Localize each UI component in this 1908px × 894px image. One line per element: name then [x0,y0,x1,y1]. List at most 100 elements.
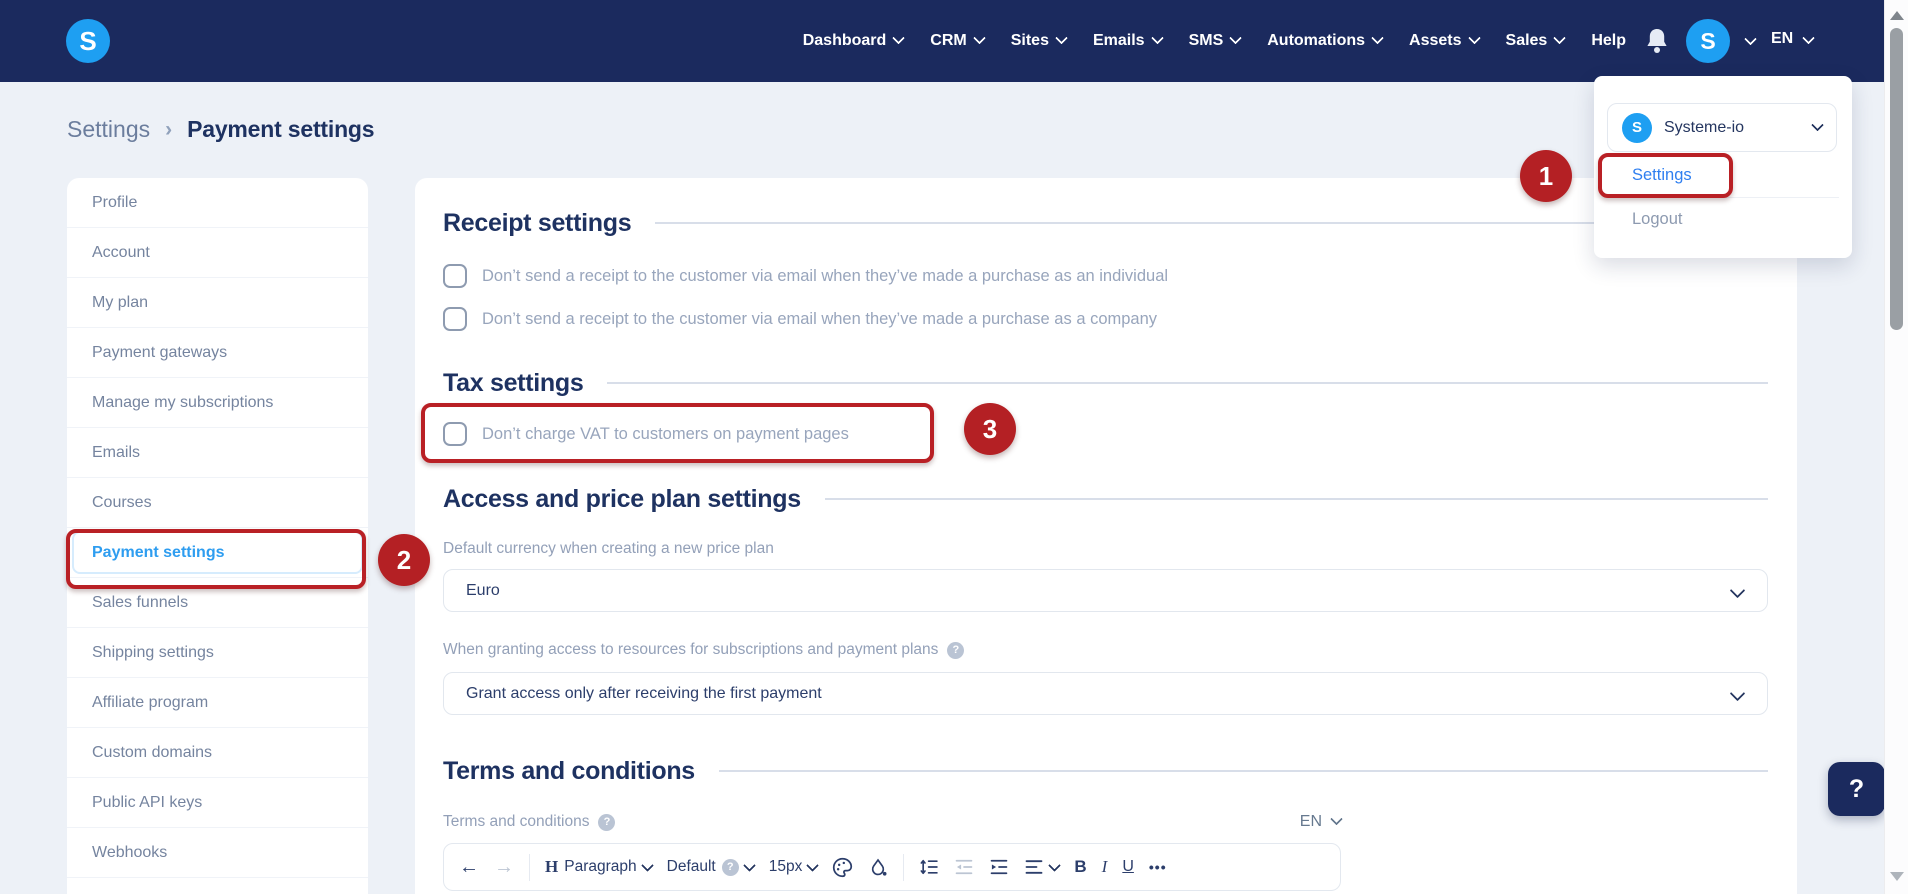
terms-field-row: Terms and conditions ? EN [443,811,1343,833]
breadcrumb: Settings › Payment settings [67,116,375,143]
chevron-down-icon [1553,31,1567,45]
checkbox[interactable] [443,264,467,288]
nav-menu-item[interactable]: Emails [1093,31,1164,50]
account-switcher[interactable]: S Systeme-io [1607,103,1837,152]
text-color-icon[interactable] [832,857,853,878]
outdent-icon[interactable] [954,857,974,877]
chevron-down-icon [1048,858,1062,872]
background-color-icon[interactable] [868,857,888,878]
more-options-icon[interactable]: ••• [1149,859,1167,875]
annotation-step-1: 1 [1520,150,1572,202]
notification-bell-icon[interactable] [1645,27,1669,60]
nav-menu-item[interactable]: SMS [1189,31,1243,50]
scroll-up-arrow-icon[interactable] [1890,11,1904,20]
checkbox[interactable] [443,307,467,331]
heading-rule [824,498,1768,500]
font-family-dropdown[interactable]: Default ? [667,858,756,876]
terms-language-selector[interactable]: EN [1300,812,1343,831]
account-dropdown-menu: S Systeme-io Settings Logout [1594,76,1852,258]
payment-settings-panel: Receipt settings Don’t send a receipt to… [415,178,1797,894]
vat-checkbox-row: Don’t charge VAT to customers on payment… [443,422,849,446]
indent-icon[interactable] [989,857,1009,877]
bold-button[interactable]: B [1074,857,1086,877]
user-avatar[interactable]: S [1686,19,1730,63]
nav-menu-item[interactable]: CRM [930,31,986,50]
sidebar-item[interactable]: Webhooks [67,828,368,878]
help-button[interactable]: ? [1828,762,1885,816]
sidebar-item[interactable]: Profile [67,178,368,228]
chevron-down-icon [1811,118,1824,131]
nav-menu-item[interactable]: Sites [1011,31,1068,50]
grant-access-select[interactable]: Grant access only after receiving the fi… [443,672,1768,715]
chevron-down-icon [1729,582,1746,599]
italic-button[interactable]: I [1102,857,1108,877]
nav-menu-item[interactable]: Dashboard [803,31,906,50]
sidebar-item[interactable]: Public API keys [67,778,368,828]
rich-text-toolbar: ← → H Paragraph Default ? 15px B I U ••• [443,843,1341,891]
grant-access-label: When granting access to resources for su… [443,640,965,660]
nav-menu-item[interactable]: Assets [1409,31,1481,50]
sidebar-item[interactable]: Courses [67,478,368,528]
sidebar-item[interactable]: Account [67,228,368,278]
underline-button[interactable]: U [1122,858,1134,876]
font-size-dropdown[interactable]: 15px [769,858,820,876]
top-navbar: S Dashboard CRM Sites Emails SMS Automat… [0,0,1908,82]
chevron-down-icon [972,31,986,45]
sidebar-item[interactable]: My plan [67,278,368,328]
sidebar-item[interactable]: Sales funnels [67,578,368,628]
scroll-down-arrow-icon[interactable] [1890,872,1904,881]
sidebar-item[interactable]: Manage my subscriptions [67,378,368,428]
sidebar-item[interactable]: Custom domains [67,728,368,778]
tax-settings-heading: Tax settings [443,366,1768,400]
app-logo[interactable]: S [66,19,110,63]
line-spacing-icon[interactable] [919,857,939,877]
nav-menu-item[interactable]: Help [1591,32,1626,50]
chevron-down-icon [1371,31,1384,45]
menu-item-settings[interactable]: Settings [1632,166,1692,185]
chevron-down-icon [892,31,906,45]
help-tooltip-icon[interactable]: ? [598,813,616,831]
breadcrumb-separator-icon: › [165,117,173,141]
access-price-plan-heading: Access and price plan settings [443,482,1768,516]
nav-menu-item[interactable]: Automations [1267,31,1384,50]
vat-checkbox[interactable] [443,422,467,446]
language-selector[interactable]: EN [1771,30,1816,48]
chevron-down-icon [1330,812,1343,826]
sidebar-item[interactable]: Payment gateways [67,328,368,378]
chevron-down-icon [1802,31,1816,44]
scrollbar-thumb[interactable] [1890,28,1903,330]
menu-item-logout[interactable]: Logout [1632,210,1682,229]
vertical-scrollbar[interactable] [1884,0,1908,894]
sidebar-item[interactable]: Affiliate program [67,678,368,728]
avatar-chevron-down-icon[interactable] [1744,32,1757,46]
chevron-down-icon [1467,31,1481,45]
heading-rule [718,770,1768,772]
sidebar-item[interactable]: Emails [67,428,368,478]
chevron-down-icon [1150,31,1164,45]
paragraph-format-dropdown[interactable]: H Paragraph [545,857,654,877]
receipt-checkbox-group: Don’t send a receipt to the customer via… [443,264,1168,331]
chevron-down-icon [1229,31,1243,45]
sidebar-item[interactable]: Shipping settings [67,628,368,678]
sidebar-item[interactable]: Payment settings [67,528,368,578]
redo-icon[interactable]: → [494,857,514,877]
help-tooltip-icon[interactable]: ? [947,641,965,659]
annotation-step-3: 3 [964,403,1016,455]
undo-icon[interactable]: ← [459,857,479,877]
toolbar-divider [903,853,905,881]
main-nav: Dashboard CRM Sites Emails SMS Automatio… [803,0,1626,82]
receipt-checkbox-row: Don’t send a receipt to the customer via… [443,264,1168,288]
chevron-down-icon [1729,685,1746,702]
account-avatar: S [1622,112,1652,143]
settings-sidebar: Profile Account My plan Payment gateways… [67,178,368,894]
nav-menu-item[interactable]: Sales [1506,31,1567,50]
receipt-checkbox-row: Don’t send a receipt to the customer via… [443,307,1168,331]
breadcrumb-parent[interactable]: Settings [67,116,150,143]
menu-divider [1607,197,1839,198]
chevron-down-icon [742,858,756,872]
default-currency-select[interactable]: Euro [443,569,1768,612]
chevron-down-icon [806,858,820,872]
text-align-dropdown[interactable] [1024,857,1062,877]
heading-rule [607,382,1768,384]
chevron-down-icon [640,858,654,872]
